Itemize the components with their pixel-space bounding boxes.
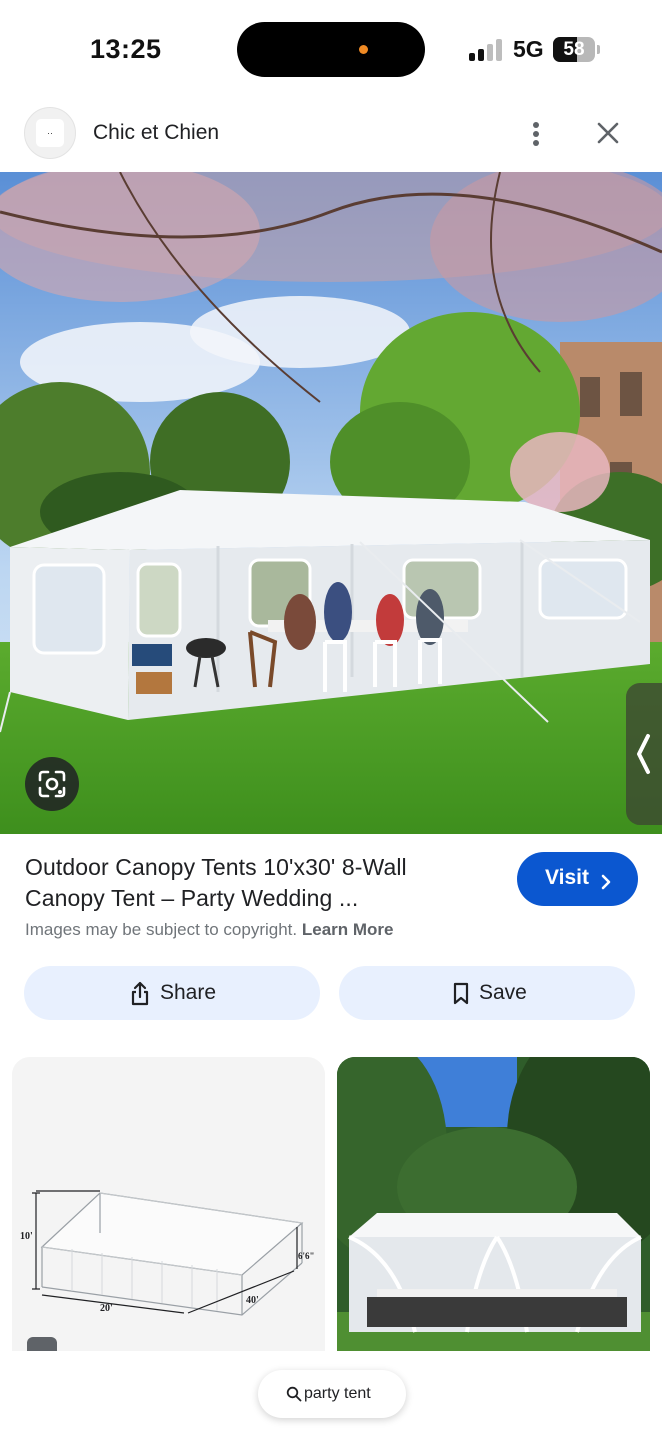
search-icon [286, 1386, 302, 1402]
related-image-tent-diagram[interactable]: 10' 6'6" 20' 40' [12, 1057, 325, 1351]
related-image-tent-photo[interactable] [337, 1057, 650, 1351]
dynamic-island [237, 22, 425, 77]
share-icon [129, 980, 151, 1006]
visit-button[interactable]: Visit [517, 852, 638, 906]
dimension-width-label: 20' [100, 1303, 113, 1314]
search-query-text: party tent [304, 1385, 371, 1402]
save-label: Save [479, 981, 527, 1004]
image-badge-icon [27, 1337, 57, 1351]
bookmark-icon [450, 980, 472, 1006]
battery-icon: 58 [553, 37, 595, 62]
lens-icon[interactable] [25, 757, 79, 811]
site-logo[interactable]: ·· [24, 107, 76, 159]
result-title[interactable]: Outdoor Canopy Tents 10'x30' 8-Wall Cano… [25, 852, 495, 914]
result-title-line1: Outdoor Canopy Tents 10'x30' 8-Wall [25, 854, 407, 880]
site-name[interactable]: Chic et Chien [93, 121, 219, 145]
status-time: 13:25 [90, 34, 162, 64]
more-vert-icon[interactable] [518, 114, 554, 154]
close-icon[interactable] [588, 113, 628, 153]
copyright-notice: Images may be subject to copyright. Lear… [25, 920, 394, 940]
battery-cap [597, 45, 600, 54]
network-type: 5G [513, 36, 544, 62]
chevron-left-icon[interactable] [626, 683, 662, 825]
dimension-side-height-label: 6'6" [298, 1251, 315, 1261]
site-logo-mark: ·· [36, 119, 64, 147]
main-result-image[interactable] [0, 172, 662, 834]
signal-icon [469, 39, 503, 61]
learn-more-link[interactable]: Learn More [302, 920, 394, 939]
privacy-indicator-dot [359, 45, 368, 54]
share-label: Share [160, 981, 217, 1004]
share-button[interactable]: Share [24, 966, 320, 1020]
search-query-pill[interactable]: party tent [258, 1370, 406, 1418]
dimension-length-label: 40' [246, 1295, 259, 1306]
chevron-right-icon [600, 872, 612, 896]
save-button[interactable]: Save [339, 966, 635, 1020]
status-bar: 13:25 5G 58 [0, 0, 662, 100]
result-title-line2: Canopy Tent – Party Wedding ... [25, 885, 359, 911]
dimension-height-label: 10' [20, 1231, 33, 1242]
copyright-text: Images may be subject to copyright. [25, 920, 298, 939]
battery-level: 58 [563, 39, 585, 60]
visit-label: Visit [545, 866, 589, 889]
result-header: ·· Chic et Chien [0, 100, 662, 172]
